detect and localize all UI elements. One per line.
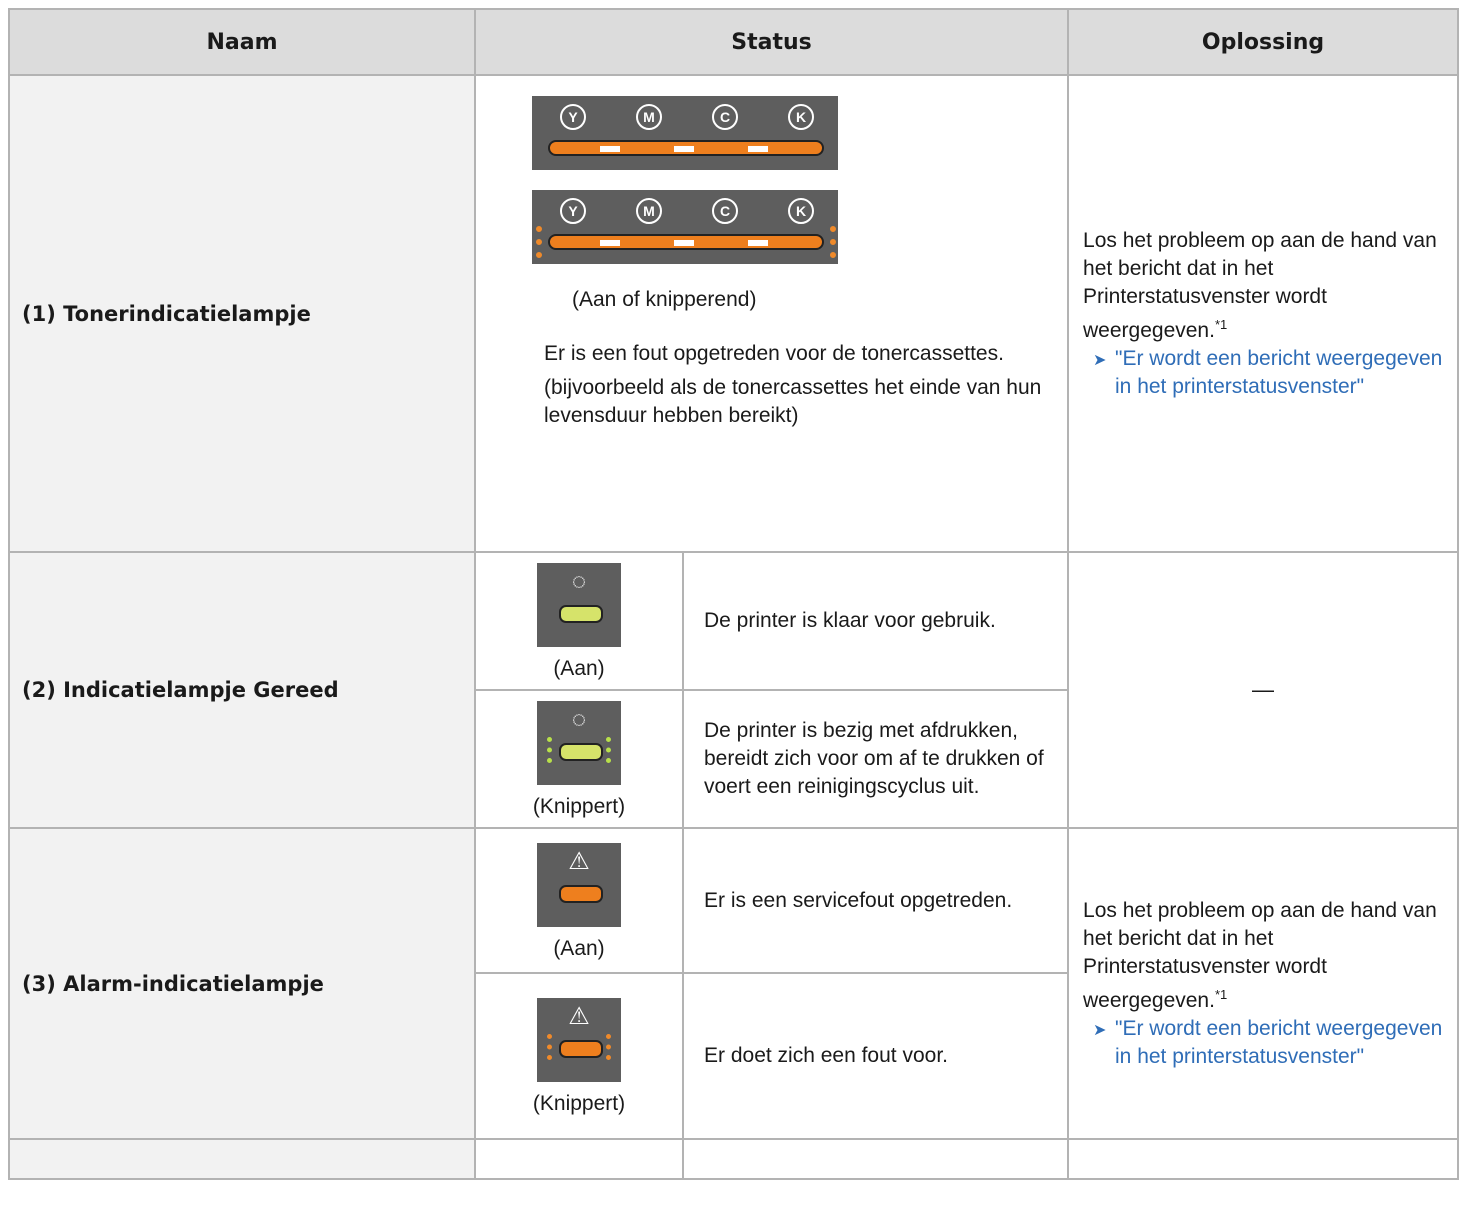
status-table: Naam Status Oplossing (1) Tonerindicatie…	[8, 8, 1460, 1180]
toner-letter-y: Y	[560, 104, 586, 130]
solution-cell: Los het probleem op aan de hand van het …	[1067, 827, 1460, 1140]
alarm-lamp-blinking-image: ⚠	[537, 998, 621, 1082]
toner-lamp-blinking-image: Y M C K	[532, 190, 838, 264]
toner-description-example: (bijvoorbeeld als de tonercassettes het …	[544, 376, 1042, 427]
lamp-message: Er is een servicefout opgetreden.	[681, 827, 1070, 974]
lamp-message: Er doet zich een fout voor.	[681, 972, 1070, 1140]
toner-letter-k: K	[788, 104, 814, 130]
toner-letter-c: C	[712, 198, 738, 224]
lamp-caption: (Knippert)	[532, 795, 626, 818]
lamp-image-cell: ◌ (Aan)	[474, 551, 684, 691]
toner-letter-y: Y	[560, 198, 586, 224]
printer-status-window-link[interactable]: ➤ "Er wordt een bericht weergegeven in he…	[1083, 345, 1443, 401]
toner-lamp-on-image: Y M C K	[532, 96, 838, 170]
power-icon: ◌	[571, 706, 587, 733]
lamp-image-cell: ◌ (Knippert)	[474, 689, 684, 829]
lamp-caption: (Knippert)	[532, 1092, 626, 1115]
printer-status-window-link[interactable]: ➤ "Er wordt een bericht weergegeven in he…	[1083, 1015, 1443, 1071]
toner-description: Er is een fout opgetreden voor de tonerc…	[544, 342, 1004, 365]
ready-lamp-on-image: ◌	[537, 563, 621, 647]
header-solution: Oplossing	[1067, 8, 1460, 76]
row-name: (2) Indicatielampje Gereed	[8, 551, 476, 829]
table-row: (1) Tonerindicatielampje Y M C K Y M C K	[8, 74, 1460, 553]
warning-icon: ⚠	[568, 847, 590, 875]
lamp-caption: (Aan)	[553, 936, 605, 960]
lamp-caption: (Aan)	[553, 657, 605, 680]
header-status: Status	[473, 8, 1070, 76]
toner-caption: (Aan of knipperend)	[572, 288, 757, 311]
toner-status-cell: Y M C K Y M C K (Aan of knipperend) Er i…	[473, 74, 1070, 553]
solution-text: Los het probleem op aan de hand van het …	[1083, 228, 1437, 342]
ready-lamp-blinking-image: ◌	[537, 701, 621, 785]
footnote-ref: *1	[1214, 316, 1228, 332]
solution-cell: —	[1067, 551, 1460, 829]
lamp-message: De printer is klaar voor gebruik.	[681, 551, 1070, 691]
link-arrow-icon: ➤	[1093, 351, 1107, 369]
footnote-ref: *1	[1214, 986, 1228, 1002]
alarm-lamp-on-image: ⚠	[537, 842, 621, 927]
link-arrow-icon: ➤	[1093, 1021, 1107, 1039]
toner-letter-k: K	[788, 198, 814, 224]
power-icon: ◌	[571, 568, 587, 595]
lamp-image-cell: ⚠ (Knippert)	[474, 972, 684, 1140]
header-row: Naam Status Oplossing	[8, 8, 1460, 76]
toner-letter-c: C	[712, 104, 738, 130]
header-name: Naam	[8, 8, 476, 76]
lamp-image-cell: ⚠ (Aan)	[474, 827, 684, 974]
table-row	[8, 1138, 1460, 1180]
solution-text: Los het probleem op aan de hand van het …	[1083, 898, 1437, 1012]
row-name: (3) Alarm-indicatielampje	[8, 827, 476, 1140]
solution-cell: Los het probleem op aan de hand van het …	[1067, 74, 1460, 553]
table-row: (2) Indicatielampje Gereed ◌ (Aan) De pr…	[8, 551, 1460, 829]
toner-letter-m: M	[636, 198, 662, 224]
table-row: (3) Alarm-indicatielampje ⚠ (Aan) Er is …	[8, 827, 1460, 1140]
toner-letter-m: M	[636, 104, 662, 130]
warning-icon: ⚠	[568, 1003, 590, 1030]
lamp-message: De printer is bezig met afdrukken, berei…	[681, 689, 1070, 829]
row-name: (1) Tonerindicatielampje	[8, 74, 476, 553]
